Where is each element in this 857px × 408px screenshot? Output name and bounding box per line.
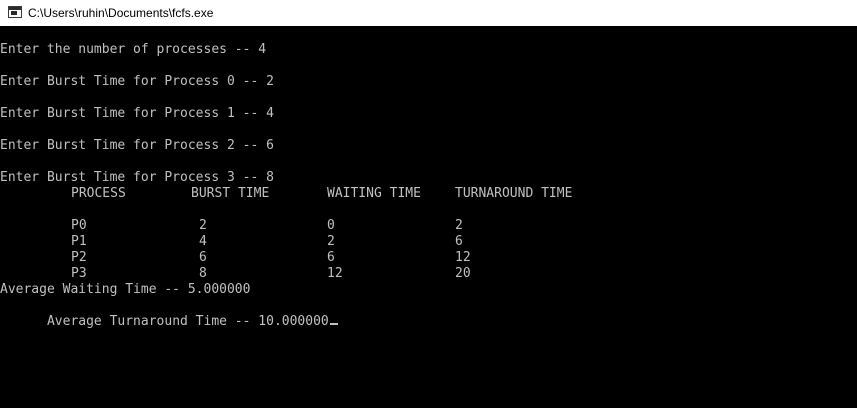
console-window: C:\Users\ruhin\Documents\fcfs.exe Enter … bbox=[0, 0, 857, 408]
cell-turnaround-time: 2 bbox=[455, 218, 463, 233]
cell-turnaround-time: 6 bbox=[455, 234, 463, 249]
cell-process: P1 bbox=[71, 234, 87, 249]
burst-time-prompt-3: Enter Burst Time for Process 3 -- 8 bbox=[0, 170, 274, 185]
table-row: P2 6 6 12 bbox=[0, 250, 471, 266]
cell-turnaround-time: 12 bbox=[455, 250, 471, 265]
cell-waiting-time: 6 bbox=[327, 250, 335, 265]
header-waiting-time: WAITING TIME bbox=[327, 186, 421, 201]
burst-time-prompt-1: Enter Burst Time for Process 1 -- 4 bbox=[0, 106, 274, 121]
cell-turnaround-time: 20 bbox=[455, 266, 471, 281]
text-cursor bbox=[329, 323, 338, 325]
table-header: PROCESS BURST TIME WAITING TIME TURNAROU… bbox=[0, 186, 572, 202]
table-row: P3 8 12 20 bbox=[0, 266, 471, 282]
table-row: P0 2 0 2 bbox=[0, 218, 463, 234]
cell-waiting-time: 0 bbox=[327, 218, 335, 233]
cell-process: P0 bbox=[71, 218, 87, 233]
cell-process: P3 bbox=[71, 266, 87, 281]
cell-burst-time: 8 bbox=[199, 266, 207, 281]
table-row: P1 4 2 6 bbox=[0, 234, 463, 250]
average-turnaround-time: Average Turnaround Time -- 10.000000 bbox=[46, 314, 329, 329]
cell-burst-time: 6 bbox=[199, 250, 207, 265]
window-title: C:\Users\ruhin\Documents\fcfs.exe bbox=[28, 6, 214, 20]
average-turnaround-line: Average Turnaround Time -- 10.000000 bbox=[0, 298, 338, 329]
header-burst-time: BURST TIME bbox=[191, 186, 270, 201]
burst-time-prompt-0: Enter Burst Time for Process 0 -- 2 bbox=[0, 74, 274, 89]
console-output[interactable]: Enter the number of processes -- 4 Enter… bbox=[0, 26, 857, 408]
console-app-icon[interactable] bbox=[8, 6, 22, 18]
average-waiting-time: Average Waiting Time -- 5.000000 bbox=[0, 282, 251, 297]
burst-time-prompt-2: Enter Burst Time for Process 2 -- 6 bbox=[0, 138, 274, 153]
header-process: PROCESS bbox=[71, 186, 126, 201]
cell-waiting-time: 12 bbox=[327, 266, 343, 281]
process-count-prompt: Enter the number of processes -- 4 bbox=[0, 42, 267, 57]
header-turnaround-time: TURNAROUND TIME bbox=[455, 186, 573, 201]
title-bar[interactable]: C:\Users\ruhin\Documents\fcfs.exe bbox=[0, 0, 857, 26]
cell-waiting-time: 2 bbox=[327, 234, 335, 249]
cell-burst-time: 4 bbox=[199, 234, 207, 249]
cell-burst-time: 2 bbox=[199, 218, 207, 233]
cell-process: P2 bbox=[71, 250, 87, 265]
